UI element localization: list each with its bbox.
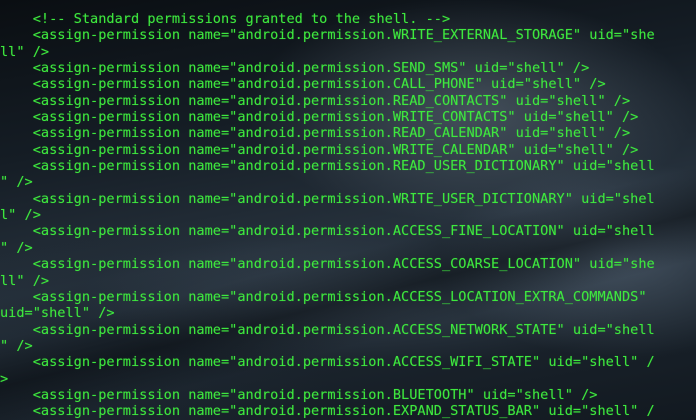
- terminal-line: <assign-permission name="android.permiss…: [0, 190, 655, 207]
- terminal-line: <assign-permission name="android.permiss…: [0, 60, 590, 77]
- terminal-line: " />: [0, 239, 33, 256]
- terminal-line: ll" />: [0, 43, 50, 60]
- terminal-line: <assign-permission name="android.permiss…: [0, 92, 631, 109]
- terminal-line: <assign-permission name="android.permiss…: [0, 125, 631, 142]
- terminal-line: <assign-permission name="android.permiss…: [0, 321, 655, 338]
- terminal-line: <assign-permission name="android.permiss…: [0, 109, 639, 126]
- terminal-output: <!-- Standard permissions granted to the…: [0, 11, 696, 420]
- terminal-line: <!-- Standard permissions granted to the…: [0, 11, 451, 27]
- terminal-line: <assign-permission name="android.permiss…: [0, 256, 655, 273]
- terminal-line: <assign-permission name="android.permiss…: [0, 158, 655, 175]
- terminal-line: " />: [0, 337, 33, 354]
- terminal-line: >: [0, 370, 9, 387]
- terminal-line: uid="shell" />: [0, 305, 115, 322]
- terminal-line: <assign-permission name="android.permiss…: [0, 223, 655, 240]
- terminal-line: " />: [0, 174, 33, 191]
- terminal-line: ll" />: [0, 272, 50, 289]
- terminal-line: <assign-permission name="android.permiss…: [0, 288, 647, 305]
- terminal-line: <assign-permission name="android.permiss…: [0, 27, 655, 44]
- terminal-line: <assign-permission name="android.permiss…: [0, 76, 606, 93]
- terminal-line: <assign-permission name="android.permiss…: [0, 141, 639, 158]
- terminal-window[interactable]: <!-- Standard permissions granted to the…: [0, 0, 696, 420]
- terminal-line: l" />: [0, 207, 41, 224]
- terminal-line: <assign-permission name="android.permiss…: [0, 403, 655, 420]
- terminal-line: <assign-permission name="android.permiss…: [0, 354, 655, 371]
- terminal-line: <assign-permission name="android.permiss…: [0, 386, 598, 403]
